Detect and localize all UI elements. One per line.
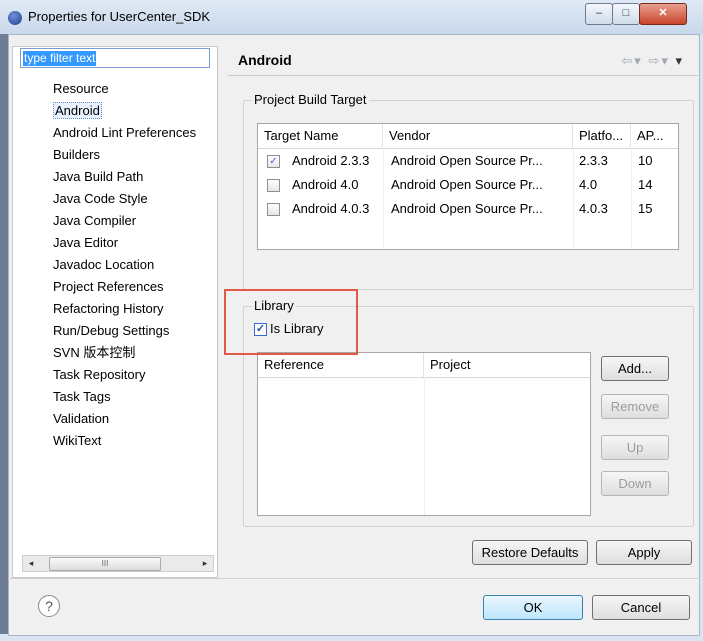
tree-item[interactable]: Refactoring History (53, 299, 196, 321)
column-platform[interactable]: Platfo... (573, 124, 631, 148)
tree-item[interactable]: SVN 版本控制 (53, 343, 196, 365)
tree-item[interactable]: Builders (53, 145, 196, 167)
cancel-button[interactable]: Cancel (592, 595, 690, 620)
tree-item-label: Validation (53, 411, 110, 426)
column-reference[interactable]: Reference (258, 353, 424, 377)
build-target-row[interactable]: ✓ Android 2.3.3 Android Open Source Pr... 2… (258, 149, 678, 173)
tree-item-label: Java Editor (53, 235, 119, 250)
filter-input[interactable]: type filter text (20, 48, 210, 68)
tree-item[interactable]: WikiText (53, 431, 196, 453)
ok-button[interactable]: OK (483, 595, 583, 620)
tree-item-label: Java Code Style (53, 191, 148, 206)
back-arrow-icon[interactable]: ⇦ (621, 53, 634, 68)
target-checkbox[interactable] (267, 203, 280, 216)
window-title: Properties for UserCenter_SDK (28, 9, 211, 24)
column-divider (424, 377, 425, 515)
restore-defaults-button[interactable]: Restore Defaults (472, 540, 588, 565)
back-menu-icon[interactable]: ▾ (634, 53, 643, 68)
target-api: 14 (638, 177, 653, 192)
maximize-button[interactable]: □ (612, 3, 640, 25)
preference-tree: Resource Android Android Lint Preferences B… (53, 79, 196, 453)
scroll-left-icon[interactable]: ◂ (23, 556, 39, 571)
footer-separator (8, 578, 698, 579)
tree-item-label: Task Repository (53, 367, 146, 382)
target-api: 15 (638, 201, 653, 216)
scroll-thumb[interactable]: III (49, 557, 161, 571)
tree-item[interactable]: Run/Debug Settings (53, 321, 196, 343)
forward-arrow-icon[interactable]: ⇨ (648, 53, 661, 68)
view-menu-icon[interactable]: ▾ (675, 53, 684, 68)
tree-item-label: Refactoring History (53, 301, 164, 316)
title-bar[interactable]: Properties for UserCenter_SDK – □ ✕ (0, 0, 703, 34)
tree-item-label: WikiText (53, 433, 102, 448)
target-checkbox[interactable]: ✓ (267, 155, 280, 168)
add-library-button[interactable]: Add... (601, 356, 669, 381)
build-target-row[interactable]: Android 4.0.3 Android Open Source Pr... 4.… (258, 197, 678, 221)
tree-item[interactable]: Android Lint Preferences (53, 123, 196, 145)
tree-item[interactable]: Project References (53, 277, 196, 299)
move-down-button[interactable]: Down (601, 471, 669, 496)
tree-item-label: Android (53, 102, 102, 119)
tree-item[interactable]: Java Editor (53, 233, 196, 255)
move-up-button[interactable]: Up (601, 435, 669, 460)
tree-item-label: Android Lint Preferences (53, 125, 197, 140)
target-platform: 2.3.3 (579, 153, 608, 168)
apply-button[interactable]: Apply (596, 540, 692, 565)
tree-item[interactable]: Resource (53, 79, 196, 101)
tree-item-label: SVN 版本控制 (53, 345, 136, 360)
tree-item-label: Java Build Path (53, 169, 144, 184)
library-table-header: Reference Project (258, 353, 590, 378)
tree-item-label: Run/Debug Settings (53, 323, 170, 338)
tree-item[interactable]: Validation (53, 409, 196, 431)
target-api: 10 (638, 153, 653, 168)
minimize-button[interactable]: – (585, 3, 613, 25)
target-vendor: Android Open Source Pr... (391, 201, 543, 216)
close-button[interactable]: ✕ (639, 3, 687, 25)
column-vendor[interactable]: Vendor (383, 124, 573, 148)
target-vendor: Android Open Source Pr... (391, 177, 543, 192)
tree-item[interactable]: Java Compiler (53, 211, 196, 233)
tree-item[interactable]: Javadoc Location (53, 255, 196, 277)
tree-item[interactable]: Task Tags (53, 387, 196, 409)
tree-item-label: Builders (53, 147, 100, 162)
page-nav: ⇦▾ ⇨▾ ▾ (621, 53, 684, 69)
tree-item-label: Project References (53, 279, 164, 294)
scroll-right-icon[interactable]: ▸ (197, 556, 213, 571)
tree-item-label: Resource (53, 81, 109, 96)
build-target-row[interactable]: Android 4.0 Android Open Source Pr... 4.0 1… (258, 173, 678, 197)
header-separator (228, 75, 698, 76)
tree-item-label: Java Compiler (53, 213, 137, 228)
eclipse-icon (8, 11, 22, 25)
build-target-label: Project Build Target (252, 92, 369, 107)
window-border (0, 34, 8, 634)
column-project[interactable]: Project (424, 353, 590, 377)
help-icon[interactable]: ? (38, 595, 60, 617)
properties-window: Properties for UserCenter_SDK – □ ✕ type… (0, 0, 703, 641)
library-reference-table: Reference Project (257, 352, 591, 516)
target-name: Android 2.3.3 (292, 153, 370, 168)
page-title: Android (238, 52, 292, 68)
tree-item[interactable]: Android (53, 101, 196, 123)
build-target-table: Target Name Vendor Platfo... AP... ✓ Andr… (257, 123, 679, 250)
target-name: Android 4.0.3 (292, 201, 370, 216)
annotation-highlight-box (224, 289, 358, 355)
tree-item-label: Task Tags (53, 389, 111, 404)
remove-library-button[interactable]: Remove (601, 394, 669, 419)
column-target-name[interactable]: Target Name (258, 124, 383, 148)
target-platform: 4.0.3 (579, 201, 608, 216)
tree-item[interactable]: Java Build Path (53, 167, 196, 189)
target-platform: 4.0 (579, 177, 598, 192)
target-vendor: Android Open Source Pr... (391, 153, 543, 168)
target-name: Android 4.0 (292, 177, 359, 192)
target-checkbox[interactable] (267, 179, 280, 192)
tree-item[interactable]: Task Repository (53, 365, 196, 387)
tree-horizontal-scrollbar[interactable]: ◂ III ▸ (22, 555, 214, 572)
page-header: Android ⇦▾ ⇨▾ ▾ (228, 46, 698, 74)
column-api[interactable]: AP... (631, 124, 678, 148)
filter-placeholder: type filter text (23, 51, 97, 66)
build-target-table-header: Target Name Vendor Platfo... AP... (258, 124, 678, 149)
forward-menu-icon[interactable]: ▾ (661, 53, 670, 68)
tree-item-label: Javadoc Location (53, 257, 155, 272)
tree-item[interactable]: Java Code Style (53, 189, 196, 211)
